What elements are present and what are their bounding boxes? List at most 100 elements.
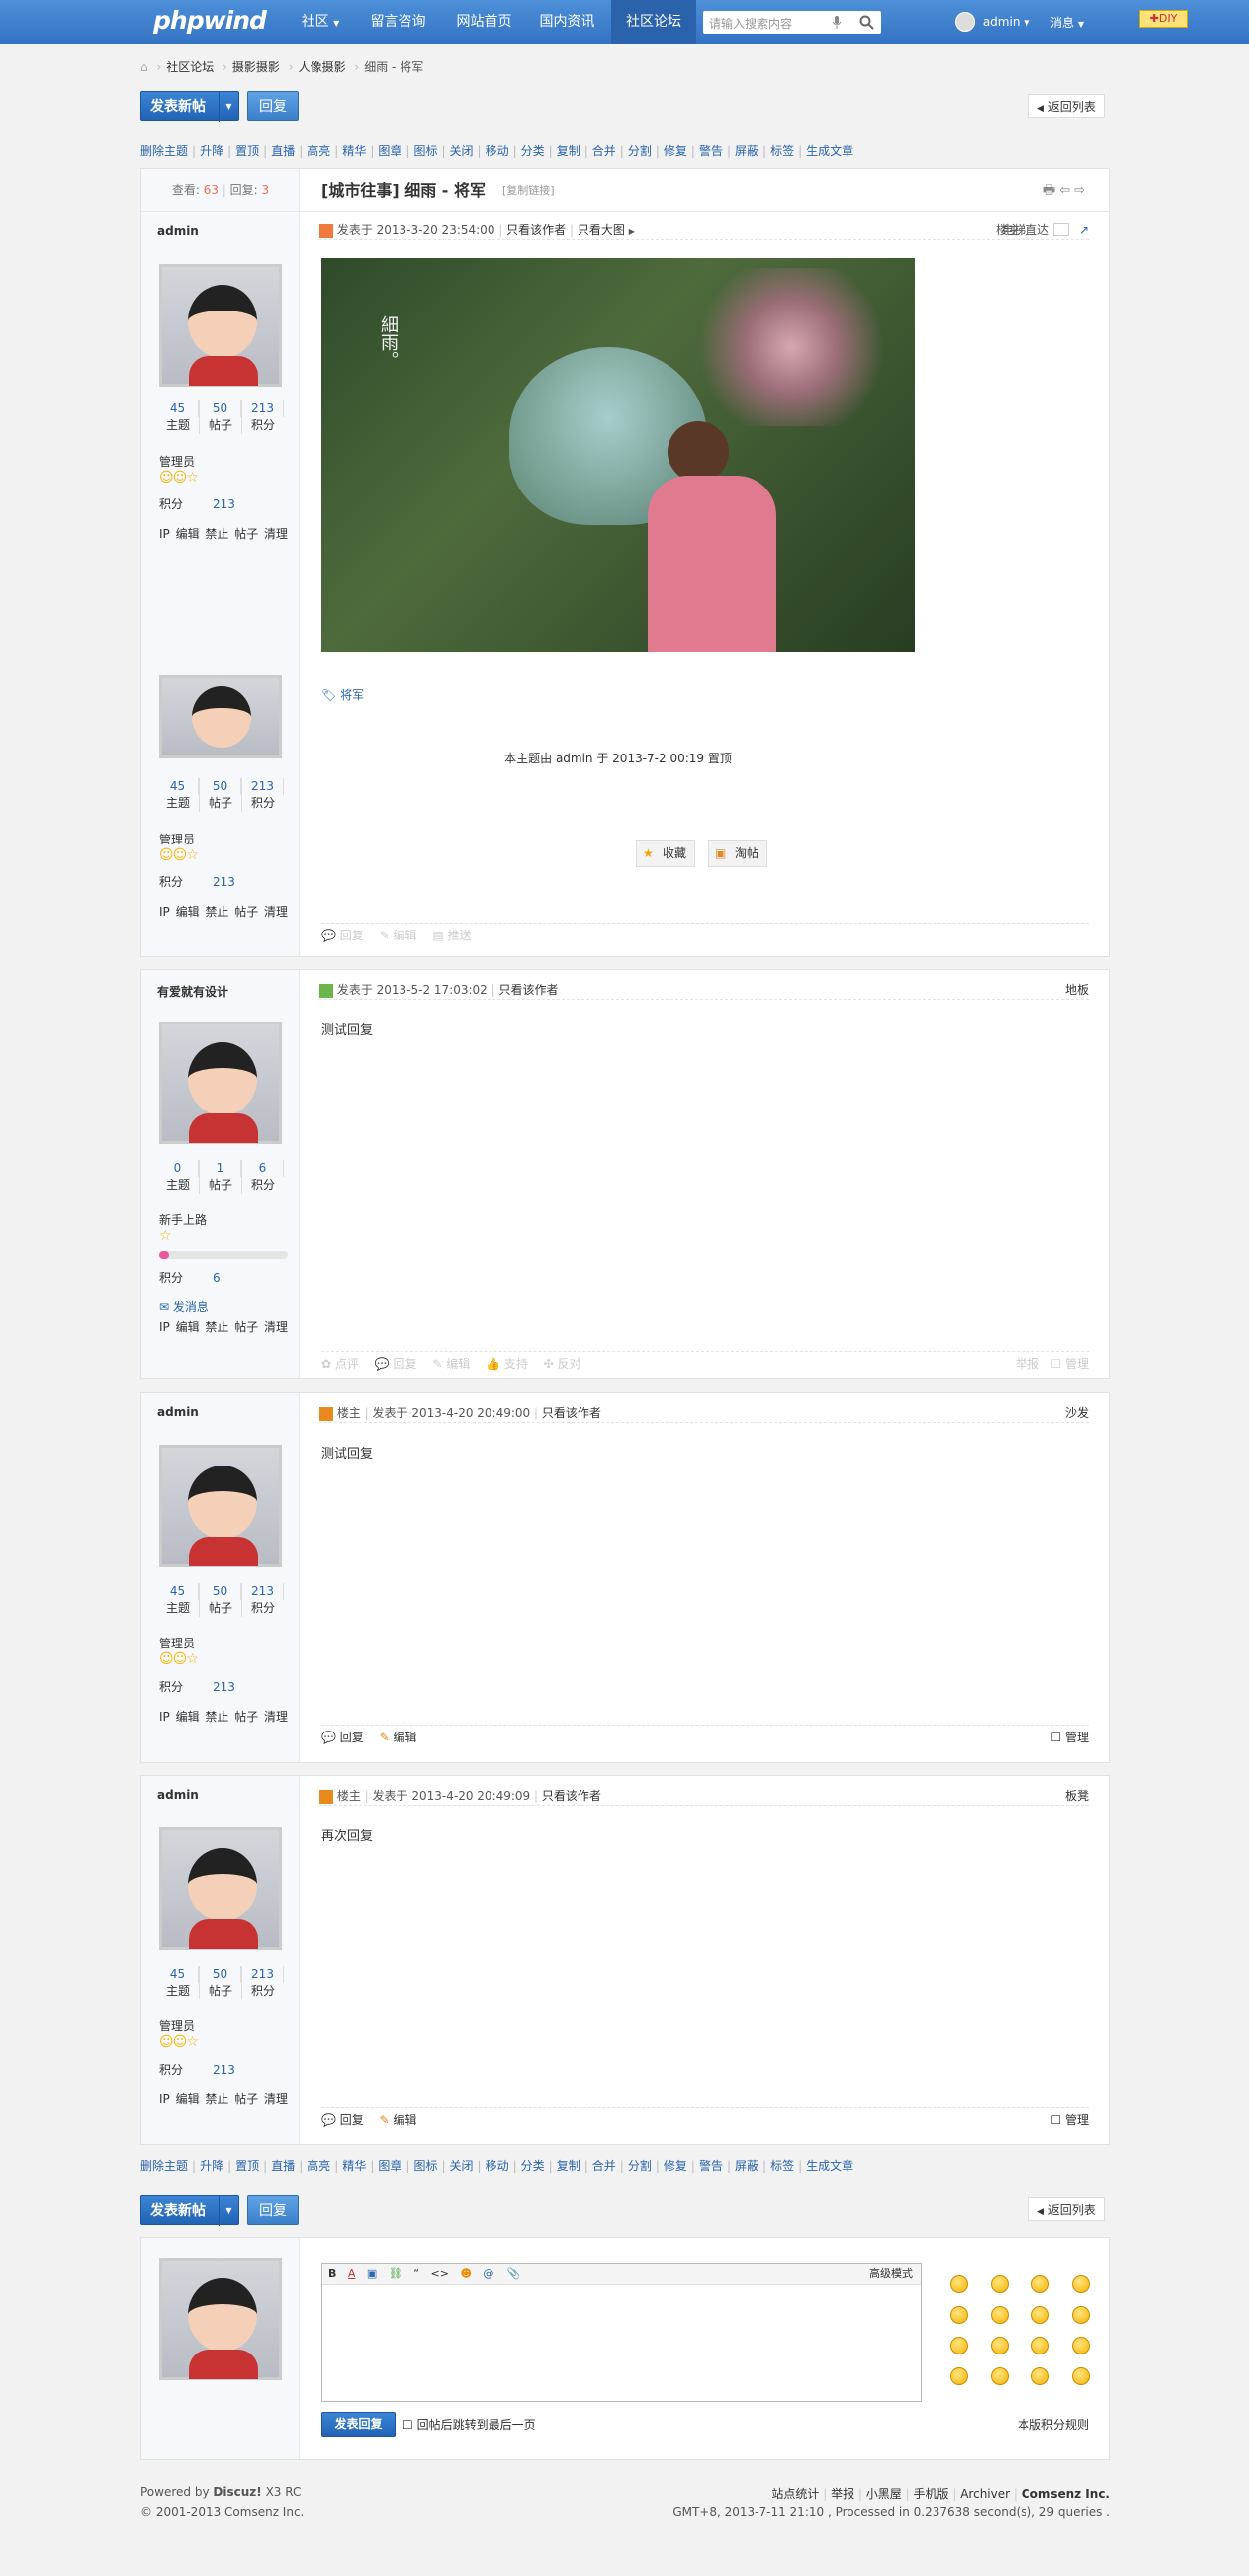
site-logo[interactable]: phpwind <box>153 6 267 35</box>
mod-action-0[interactable]: 删除主题 <box>140 2159 188 2173</box>
admin-ops[interactable]: IP 编辑 禁止 帖子 清理 <box>159 1318 288 1335</box>
mod-action-7[interactable]: 图标 <box>413 2159 437 2173</box>
nav-home[interactable]: 网站首页 <box>447 0 521 44</box>
comsenz-link[interactable]: Comsenz Inc. <box>1022 2487 1110 2501</box>
mod-action-4[interactable]: 高亮 <box>307 144 330 158</box>
post-author[interactable]: admin <box>157 224 199 238</box>
mod-action-11[interactable]: 复制 <box>557 144 580 158</box>
mod-action-1[interactable]: 升降 <box>200 2159 223 2173</box>
mod-action-6[interactable]: 图章 <box>378 144 401 158</box>
edit-link[interactable]: ✎ 编辑 <box>380 1731 417 1744</box>
reply-textarea[interactable] <box>322 2285 921 2401</box>
home-icon[interactable]: ⌂ <box>140 60 148 74</box>
prev-icon[interactable]: ⇦ <box>1059 183 1074 198</box>
mod-action-10[interactable]: 分类 <box>521 144 545 158</box>
mod-action-18[interactable]: 生成文章 <box>806 2159 853 2173</box>
crumb-forum[interactable]: 社区论坛 <box>166 60 214 74</box>
mobile-link[interactable]: 手机版 <box>914 2487 949 2501</box>
emoji-icon[interactable] <box>1072 2306 1090 2324</box>
oppose-link[interactable]: ✣ 反对 <box>544 1357 581 1371</box>
mod-action-10[interactable]: 分类 <box>521 2159 545 2173</box>
admin-ops[interactable]: IP 编辑 禁止 帖子 清理 <box>159 2090 288 2107</box>
big-image-link[interactable]: 只看大图 <box>578 223 625 237</box>
mod-action-1[interactable]: 升降 <box>200 144 223 158</box>
mod-action-12[interactable]: 合并 <box>592 2159 616 2173</box>
emoji-icon[interactable] <box>1072 2337 1090 2354</box>
attach-icon[interactable]: 📎 <box>507 2267 521 2280</box>
only-author-link[interactable]: 只看该作者 <box>542 1789 601 1803</box>
post-author[interactable]: admin <box>157 1788 199 1802</box>
reply-link[interactable]: 💬 回复 <box>321 929 364 942</box>
submit-reply-button[interactable]: 发表回复 <box>321 2412 396 2437</box>
emoji-icon[interactable] <box>1072 2275 1090 2293</box>
archiver-link[interactable]: Archiver <box>960 2487 1010 2501</box>
mod-action-4[interactable]: 高亮 <box>307 2159 330 2173</box>
mod-action-9[interactable]: 移动 <box>486 2159 509 2173</box>
favorite-button[interactable]: ★ 收藏 <box>636 840 696 867</box>
avatar[interactable] <box>159 675 282 758</box>
mod-action-8[interactable]: 关闭 <box>450 2159 474 2173</box>
points-rules-link[interactable]: 本版积分规则 <box>1018 2416 1089 2433</box>
only-author-link[interactable]: 只看该作者 <box>499 983 559 997</box>
emoji-icon[interactable] <box>950 2306 968 2324</box>
emoji-icon[interactable] <box>1031 2275 1049 2293</box>
avatar[interactable] <box>159 1022 282 1144</box>
admin-ops[interactable]: IP 编辑 禁止 帖子 清理 <box>159 1708 288 1725</box>
edit-link[interactable]: ✎ 编辑 <box>380 929 417 942</box>
crumb-category[interactable]: 摄影摄影 <box>232 60 280 74</box>
blacklist-link[interactable]: 小黑屋 <box>866 2487 902 2501</box>
mod-action-3[interactable]: 直播 <box>271 144 295 158</box>
post-author[interactable]: admin <box>157 1405 199 1419</box>
color-button[interactable]: A <box>348 2267 356 2280</box>
admin-ops[interactable]: IP 编辑 禁止 帖子 清理 <box>159 903 288 920</box>
microphone-icon[interactable] <box>832 16 842 29</box>
link-icon[interactable]: ⛓ <box>389 2267 402 2280</box>
stat-posts[interactable]: 50 帖子 <box>200 400 242 434</box>
nav-community[interactable]: 社区 ▼ <box>290 0 351 44</box>
chevron-down-icon[interactable]: ▼ <box>219 2196 238 2226</box>
manage-checkbox[interactable]: ☐ 管理 <box>1050 2108 1089 2132</box>
discuz-link[interactable]: Discuz! <box>213 2485 261 2499</box>
reply-link[interactable]: 💬 回复 <box>321 1731 364 1744</box>
stat-points[interactable]: 213 积分 <box>242 400 284 434</box>
mod-action-5[interactable]: 精华 <box>342 2159 366 2173</box>
emoji-icon[interactable] <box>950 2337 968 2354</box>
support-link[interactable]: 👍 支持 <box>486 1357 528 1371</box>
mod-action-5[interactable]: 精华 <box>342 144 366 158</box>
emoji-icon[interactable] <box>991 2337 1009 2354</box>
send-message-link[interactable]: ✉ 发消息 <box>159 1298 209 1315</box>
search-icon[interactable] <box>859 15 874 30</box>
jump-icon[interactable]: ↗ <box>1079 221 1089 240</box>
mod-action-15[interactable]: 警告 <box>699 144 723 158</box>
avatar[interactable] <box>159 1445 282 1567</box>
user-rank[interactable]: 管理员 <box>159 831 195 847</box>
messages-menu[interactable]: 消息 ▼ <box>1050 14 1084 31</box>
mod-action-12[interactable]: 合并 <box>592 144 616 158</box>
mod-action-9[interactable]: 移动 <box>486 144 509 158</box>
avatar[interactable] <box>159 1827 282 1950</box>
emoji-icon[interactable] <box>1031 2337 1049 2354</box>
admin-ops[interactable]: IP 编辑 禁止 帖子 清理 <box>159 525 288 542</box>
mod-action-3[interactable]: 直播 <box>271 2159 295 2173</box>
emoji-icon[interactable] <box>1072 2367 1090 2385</box>
reply-link[interactable]: 💬 回复 <box>321 2113 364 2127</box>
mod-action-16[interactable]: 屏蔽 <box>735 144 758 158</box>
mod-action-17[interactable]: 标签 <box>770 144 794 158</box>
nav-forum[interactable]: 社区论坛 <box>611 0 696 44</box>
avatar[interactable] <box>159 264 282 387</box>
mod-action-2[interactable]: 置顶 <box>235 144 259 158</box>
mod-action-15[interactable]: 警告 <box>699 2159 723 2173</box>
jump-last-checkbox[interactable]: ☐ 回帖后跳转到最后一页 <box>402 2416 536 2433</box>
copy-link[interactable]: [复制链接] <box>502 169 555 212</box>
edit-link[interactable]: ✎ 编辑 <box>380 2113 417 2127</box>
mod-action-7[interactable]: 图标 <box>413 144 437 158</box>
emoji-icon[interactable] <box>1031 2306 1049 2324</box>
user-menu[interactable]: admin ▼ <box>955 12 1029 32</box>
mention-button[interactable]: @ <box>483 2267 493 2280</box>
mod-action-8[interactable]: 关闭 <box>450 144 474 158</box>
back-to-list-button[interactable]: ◀ 返回列表 <box>1028 94 1105 118</box>
post-author[interactable]: 有爱就有设计 <box>157 983 228 1000</box>
mod-action-6[interactable]: 图章 <box>378 2159 401 2173</box>
mod-action-17[interactable]: 标签 <box>770 2159 794 2173</box>
tag-link[interactable]: 🏷 将军 <box>321 686 364 703</box>
